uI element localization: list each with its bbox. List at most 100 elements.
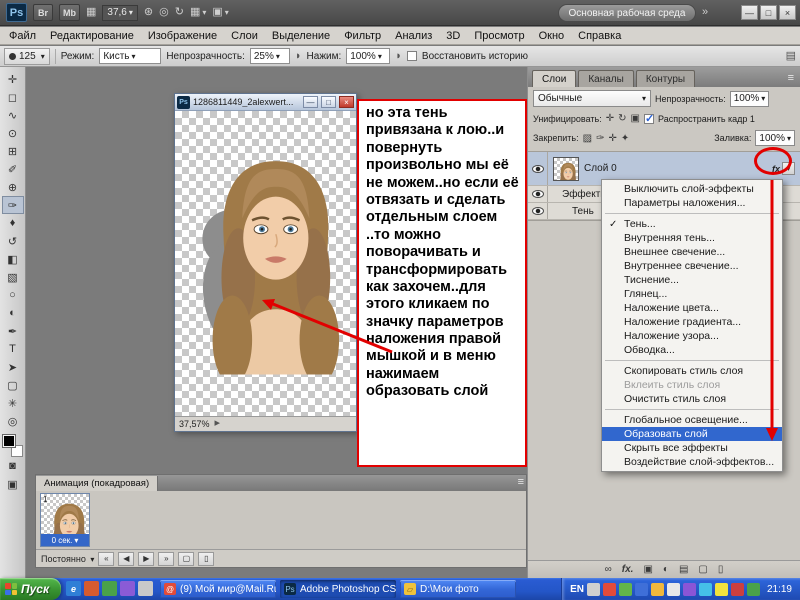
add-layer-style-icon[interactable] bbox=[622, 564, 634, 575]
history-brush-tool[interactable]: ↺ bbox=[2, 232, 24, 250]
layer-name[interactable]: Слой 0 bbox=[584, 163, 617, 174]
menu-item-scale-effects[interactable]: Воздействие слой-эффектов... bbox=[602, 455, 782, 469]
task-my-photos-folder[interactable]: ▱ D:\Мои фото bbox=[400, 580, 516, 598]
menu-item-hide-all-effects[interactable]: Скрыть все эффекты bbox=[602, 441, 782, 455]
bridge-launcher-icon[interactable]: Br bbox=[33, 4, 53, 21]
toggle-panels-icon[interactable] bbox=[786, 51, 796, 62]
flow-select[interactable]: 100% bbox=[346, 48, 390, 64]
tray-icon[interactable] bbox=[683, 583, 696, 596]
menu-item-satin[interactable]: Глянец... bbox=[602, 287, 782, 301]
quick-launch-icon[interactable] bbox=[102, 581, 117, 596]
shadow-effect-label[interactable]: Тень bbox=[548, 206, 594, 217]
duplicate-frame-icon[interactable] bbox=[178, 552, 194, 566]
opacity-select[interactable]: 25% bbox=[250, 48, 290, 64]
play-icon[interactable] bbox=[138, 552, 154, 566]
menu-item-global-light[interactable]: Глобальное освещение... bbox=[602, 413, 782, 427]
tray-icon[interactable] bbox=[667, 583, 680, 596]
quick-launch-icon[interactable] bbox=[138, 581, 153, 596]
propagate-frame-checkbox[interactable] bbox=[644, 114, 654, 124]
lock-all-icon[interactable] bbox=[621, 133, 629, 144]
taskbar-clock[interactable]: 21:19 bbox=[767, 584, 792, 595]
menu-3d[interactable]: 3D bbox=[439, 27, 467, 44]
unify-position-icon[interactable] bbox=[606, 113, 614, 124]
status-options-icon[interactable] bbox=[215, 418, 221, 429]
menu-item-clear-layer-style[interactable]: Очистить стиль слоя bbox=[602, 392, 782, 406]
menu-item-drop-shadow[interactable]: Тень... bbox=[602, 217, 782, 231]
lock-pixels-icon[interactable] bbox=[596, 133, 604, 144]
menu-item-pattern-overlay[interactable]: Наложение узора... bbox=[602, 329, 782, 343]
doc-minimize-button[interactable] bbox=[303, 96, 318, 108]
loop-count-select[interactable]: Постоянно bbox=[41, 554, 94, 564]
brush-preset-picker[interactable]: 125 bbox=[4, 48, 50, 65]
tray-icon[interactable] bbox=[635, 583, 648, 596]
tab-paths[interactable]: Контуры bbox=[636, 70, 695, 87]
airbrush-icon[interactable] bbox=[295, 51, 302, 62]
layer-blend-mode-select[interactable]: Обычные bbox=[533, 90, 651, 107]
tray-icon[interactable] bbox=[731, 583, 744, 596]
crop-tool[interactable]: ⊞ bbox=[2, 142, 24, 160]
new-group-icon[interactable] bbox=[679, 564, 688, 575]
path-selection-tool[interactable]: ➤ bbox=[2, 358, 24, 376]
zoom-tool-icon[interactable] bbox=[159, 7, 169, 18]
zoom-tool[interactable]: ◎ bbox=[2, 412, 24, 430]
menu-image[interactable]: Изображение bbox=[141, 27, 224, 44]
visibility-cell[interactable] bbox=[528, 152, 548, 185]
menu-item-stroke[interactable]: Обводка... bbox=[602, 343, 782, 357]
visibility-cell[interactable] bbox=[528, 203, 548, 219]
fill-select[interactable]: 100% bbox=[755, 130, 795, 146]
delete-layer-icon[interactable] bbox=[718, 564, 724, 575]
menu-edit[interactable]: Редактирование bbox=[43, 27, 141, 44]
tray-icon[interactable] bbox=[699, 583, 712, 596]
layer-thumbnail[interactable] bbox=[553, 157, 579, 181]
dodge-tool[interactable]: ◐ bbox=[2, 304, 24, 322]
quick-mask-icon[interactable] bbox=[2, 457, 24, 475]
menu-analysis[interactable]: Анализ bbox=[388, 27, 439, 44]
restore-button[interactable] bbox=[760, 5, 777, 20]
menu-item-inner-shadow[interactable]: Внутренняя тень... bbox=[602, 231, 782, 245]
minimize-button[interactable] bbox=[741, 5, 758, 20]
visibility-cell[interactable] bbox=[528, 186, 548, 202]
menu-item-blending-options[interactable]: Параметры наложения... bbox=[602, 196, 782, 210]
menu-view[interactable]: Просмотр bbox=[467, 27, 531, 44]
previous-frame-icon[interactable] bbox=[118, 552, 134, 566]
hand-tool-icon[interactable] bbox=[144, 7, 153, 18]
arrange-documents-icon[interactable] bbox=[190, 7, 206, 18]
quick-launch-ie-icon[interactable]: e bbox=[66, 581, 81, 596]
link-layers-icon[interactable] bbox=[605, 564, 612, 575]
lock-position-icon[interactable] bbox=[608, 133, 616, 144]
tab-animation[interactable]: Анимация (покадровая) bbox=[36, 476, 158, 491]
new-layer-icon[interactable] bbox=[698, 564, 707, 575]
rectangular-marquee-tool[interactable]: ◻ bbox=[2, 88, 24, 106]
lock-transparency-icon[interactable] bbox=[583, 133, 592, 144]
frame-duration-select[interactable]: 0 сек. bbox=[41, 534, 89, 546]
menu-item-create-layer[interactable]: Образовать слой bbox=[602, 427, 782, 441]
first-frame-icon[interactable] bbox=[98, 552, 114, 566]
menu-item-inner-glow[interactable]: Внутреннее свечение... bbox=[602, 259, 782, 273]
document-title-bar[interactable]: Ps 1286811449_2alexwert... bbox=[175, 94, 356, 111]
menu-item-copy-layer-style[interactable]: Скопировать стиль слоя bbox=[602, 364, 782, 378]
screen-mode-toggle-icon[interactable] bbox=[2, 475, 24, 493]
airbrush-toggle-icon[interactable] bbox=[395, 51, 402, 62]
panel-menu-icon[interactable] bbox=[788, 72, 794, 84]
blend-mode-select[interactable]: Кисть bbox=[99, 48, 161, 64]
menu-help[interactable]: Справка bbox=[571, 27, 628, 44]
tray-icon[interactable] bbox=[619, 583, 632, 596]
menu-item-disable-effects[interactable]: Выключить слой-эффекты bbox=[602, 182, 782, 196]
document-canvas[interactable] bbox=[175, 111, 356, 416]
tray-icon[interactable] bbox=[603, 583, 616, 596]
tray-icon[interactable] bbox=[715, 583, 728, 596]
gradient-tool[interactable]: ▧ bbox=[2, 268, 24, 286]
document-zoom-value[interactable]: 37,57% bbox=[179, 419, 210, 429]
menu-item-color-overlay[interactable]: Наложение цвета... bbox=[602, 301, 782, 315]
doc-restore-button[interactable] bbox=[321, 96, 336, 108]
tray-icon[interactable] bbox=[747, 583, 760, 596]
adjustment-layer-icon[interactable] bbox=[663, 564, 669, 575]
tray-icon[interactable] bbox=[651, 583, 664, 596]
view-extras-icon[interactable] bbox=[86, 7, 96, 18]
language-indicator[interactable]: EN bbox=[570, 584, 584, 595]
unify-visibility-icon[interactable] bbox=[618, 113, 626, 124]
eraser-tool[interactable]: ◧ bbox=[2, 250, 24, 268]
menu-item-outer-glow[interactable]: Внешнее свечение... bbox=[602, 245, 782, 259]
move-tool[interactable]: ✛ bbox=[2, 70, 24, 88]
healing-brush-tool[interactable]: ⊕ bbox=[2, 178, 24, 196]
